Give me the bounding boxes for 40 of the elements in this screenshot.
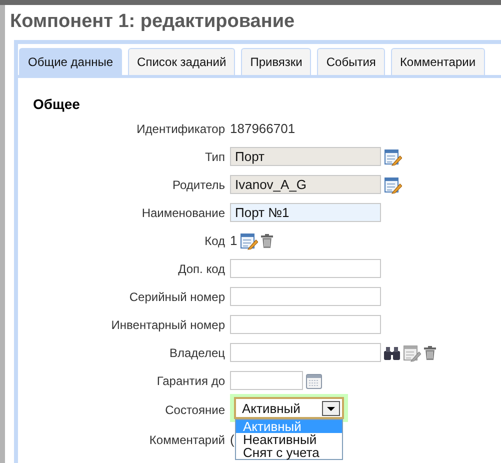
input-field[interactable]: Порт №1 [230, 203, 381, 222]
input-field[interactable] [230, 315, 381, 334]
field-label: Доп. код [177, 262, 226, 276]
field-value: 1 [230, 233, 238, 248]
field-label: Родитель [172, 178, 226, 192]
field-label: Наименование [140, 206, 226, 220]
readonly-field: Порт [230, 147, 381, 166]
field-label: Серийный номер [128, 290, 226, 304]
input-field[interactable] [230, 259, 381, 278]
tab[interactable]: События [317, 48, 385, 75]
edit-icon[interactable] [384, 148, 402, 166]
window-title: Компонент 1: редактирование [9, 10, 296, 34]
tab[interactable]: Привязки [241, 48, 312, 75]
field-label: Код [204, 234, 226, 248]
calendar-icon[interactable] [306, 372, 322, 388]
section-title: Общее [33, 96, 81, 112]
field-value: 187966701 [230, 121, 296, 136]
edit-icon[interactable] [240, 232, 258, 250]
input-field[interactable] [230, 343, 381, 362]
field-label: Тип [204, 150, 226, 164]
status-dropdown[interactable]: Активный [234, 397, 344, 419]
input-field[interactable] [230, 287, 381, 306]
field-label: Инвентарный номер [110, 318, 226, 332]
date-field[interactable] [230, 371, 303, 390]
field-label: Идентификатор [136, 122, 226, 136]
field-label: Владелец [168, 346, 226, 360]
field-label: Комментарий [148, 432, 226, 446]
tab[interactable]: Комментарии [390, 48, 485, 75]
tab[interactable]: Список заданий [128, 48, 236, 75]
field-value: ( [230, 432, 234, 447]
tab[interactable]: Общие данные [19, 48, 122, 75]
edit-icon[interactable] [384, 176, 402, 194]
field-label: Состояние [164, 403, 226, 417]
binoculars-icon[interactable] [384, 346, 400, 360]
trash-icon[interactable] [261, 234, 274, 248]
dropdown-option[interactable]: Неактивный [236, 433, 342, 446]
trash-icon[interactable] [424, 346, 436, 360]
dropdown-option[interactable]: Снят с учета [236, 446, 342, 459]
field-label: Гарантия до [156, 374, 226, 388]
readonly-field: Ivanov_A_G [230, 175, 381, 194]
